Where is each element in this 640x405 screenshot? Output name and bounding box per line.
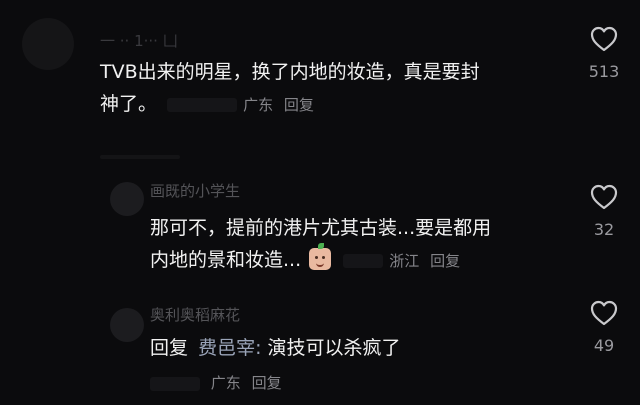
comment-location: 广东 [210, 374, 241, 392]
comment-text: 那可不，提前的港片尤其古装...要是都用 内地的景和妆造... 浙江 回复 [150, 212, 570, 277]
like-count: 32 [593, 220, 615, 239]
like-button[interactable]: 32 [584, 184, 624, 239]
comment-text-line: 演技可以杀疯了 [267, 337, 401, 359]
comment-item: 一 ·· 1··· 凵 TVB出来的明星，换了内地的妆造，真是要封 神了。 广东… [0, 0, 640, 150]
reply-button[interactable]: 回复 [284, 96, 314, 114]
like-button[interactable]: 49 [584, 300, 624, 355]
reply-prefix: 回复 [150, 337, 189, 359]
redacted-timestamp [150, 376, 200, 391]
comment-location: 浙江 [389, 252, 420, 270]
avatar[interactable] [110, 308, 144, 342]
comment-text-line: 那可不，提前的港片尤其古装...要是都用 [150, 217, 492, 239]
comment-meta: 广东 回复 [150, 372, 282, 393]
reply-button[interactable]: 回复 [430, 252, 460, 270]
redacted-timestamp [167, 97, 238, 112]
comment-text: 回复 费邑宰: 演技可以杀疯了 [150, 332, 570, 364]
reply-item: 画既的小学生 那可不，提前的港片尤其古装...要是都用 内地的景和妆造... 浙… [0, 178, 640, 288]
comment-text: TVB出来的明星，换了内地的妆造，真是要封 神了。 广东 回复 [100, 56, 570, 121]
comment-username[interactable]: 画既的小学生 [150, 180, 300, 201]
like-count: 49 [593, 336, 615, 355]
like-button[interactable]: 513 [584, 26, 624, 81]
redacted-timestamp [343, 253, 384, 268]
comment-text-end: 内地的景和妆造... [150, 249, 302, 271]
comment-text-line-2: 神了。 广东 回复 [100, 88, 570, 121]
avatar[interactable] [22, 18, 74, 70]
heart-outline-icon [590, 26, 618, 52]
comment-meta: 浙江 回复 [389, 252, 460, 270]
comment-text-end: 神了。 [100, 93, 158, 115]
heart-outline-icon [590, 300, 618, 326]
reply-mention[interactable]: 费邑宰: [198, 337, 261, 359]
comment-username[interactable]: 奥利奥稻麻花 [150, 304, 300, 325]
avatar[interactable] [110, 182, 144, 216]
like-count: 513 [588, 62, 620, 81]
comment-location: 广东 [243, 96, 274, 114]
comment-text-line: TVB出来的明星，换了内地的妆造，真是要封 [100, 61, 480, 83]
reply-item: 奥利奥稻麻花 回复 费邑宰: 演技可以杀疯了 广东 回复 49 [0, 296, 640, 405]
collapsed-replies-divider [100, 155, 180, 159]
comment-meta: 广东 回复 [243, 96, 314, 114]
comment-username[interactable]: 一 ·· 1··· 凵 [100, 30, 220, 51]
reply-button[interactable]: 回复 [252, 374, 282, 392]
comment-text-line-2: 内地的景和妆造... 浙江 回复 [150, 243, 570, 277]
grinning-face-sticker-icon [309, 243, 332, 270]
heart-outline-icon [590, 184, 618, 210]
